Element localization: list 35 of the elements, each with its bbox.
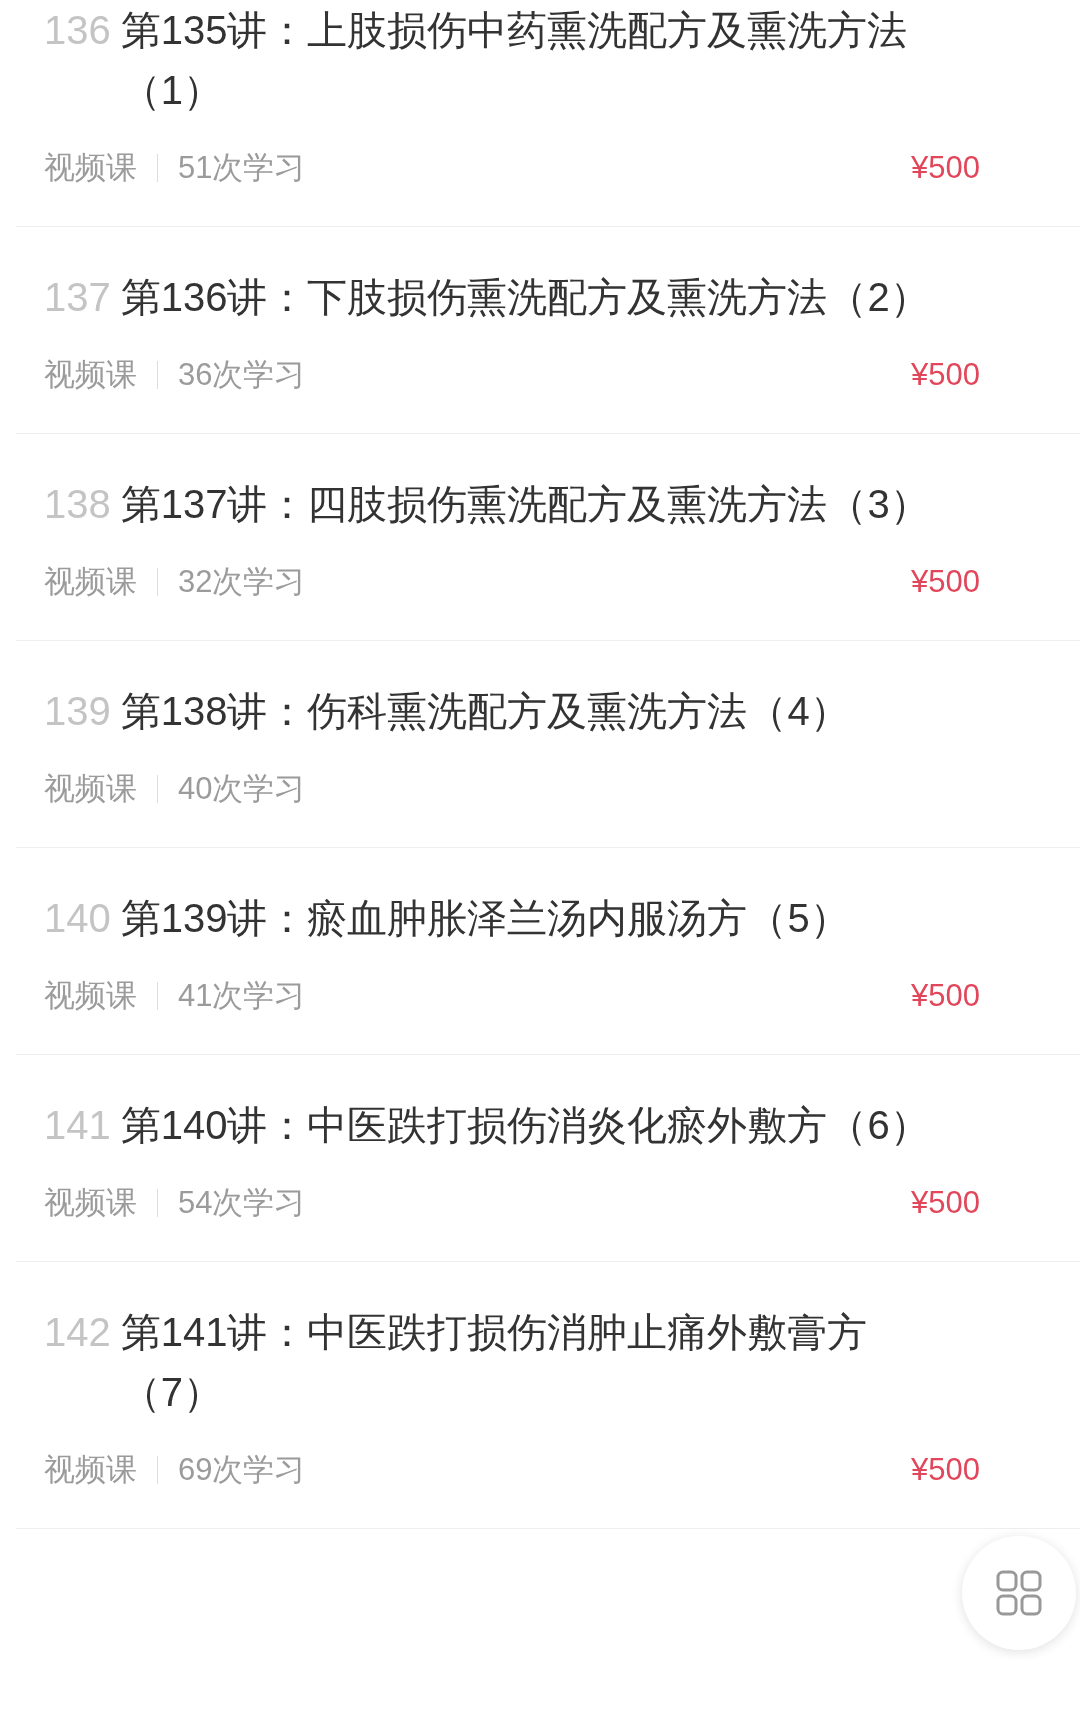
lesson-number: 140 [44, 895, 111, 942]
lesson-number: 142 [44, 1309, 111, 1356]
lesson-type: 视频课 [44, 356, 137, 394]
learner-count: 41次学习 [178, 977, 306, 1015]
grid-icon [996, 1570, 1042, 1616]
lesson-title[interactable]: 第137讲：四肢损伤熏洗配方及熏洗方法（3） [120, 474, 930, 534]
lesson-number: 136 [44, 7, 111, 54]
learner-count: 40次学习 [178, 770, 306, 808]
learner-count: 51次学习 [178, 149, 306, 187]
lesson-title[interactable]: 第140讲：中医跌打损伤消炎化瘀外敷方（6） [120, 1095, 930, 1155]
lesson-type: 视频课 [44, 1184, 137, 1222]
lesson-price: ¥500 [911, 356, 980, 394]
lesson-title[interactable]: 第139讲：瘀血肿胀泽兰汤内服汤方（5） [120, 888, 850, 948]
lesson-type: 视频课 [44, 770, 137, 808]
lesson-title[interactable]: 第135讲：上肢损伤中药熏洗配方及熏洗方法（1） [120, 0, 944, 120]
lesson-title[interactable]: 第136讲：下肢损伤熏洗配方及熏洗方法（2） [120, 267, 930, 327]
lesson-type: 视频课 [44, 149, 137, 187]
lesson-type: 视频课 [44, 977, 137, 1015]
lesson-type: 视频课 [44, 1451, 137, 1489]
lesson-price: ¥500 [911, 149, 980, 187]
lesson-number: 139 [44, 688, 111, 735]
lesson-type: 视频课 [44, 563, 137, 601]
lesson-title[interactable]: 第141讲：中医跌打损伤消肿止痛外敷膏方（7） [120, 1302, 944, 1422]
lesson-number: 138 [44, 481, 111, 528]
lesson-price: ¥500 [911, 1451, 980, 1489]
lesson-number: 137 [44, 274, 111, 321]
learner-count: 36次学习 [178, 356, 306, 394]
lesson-price: ¥500 [911, 977, 980, 1015]
lesson-number: 141 [44, 1102, 111, 1149]
lesson-title[interactable]: 第138讲：伤科熏洗配方及熏洗方法（4） [120, 681, 850, 741]
learner-count: 69次学习 [178, 1451, 306, 1489]
learner-count: 54次学习 [178, 1184, 306, 1222]
learner-count: 32次学习 [178, 563, 306, 601]
lesson-price: ¥500 [911, 563, 980, 601]
lesson-price: ¥500 [911, 1184, 980, 1222]
